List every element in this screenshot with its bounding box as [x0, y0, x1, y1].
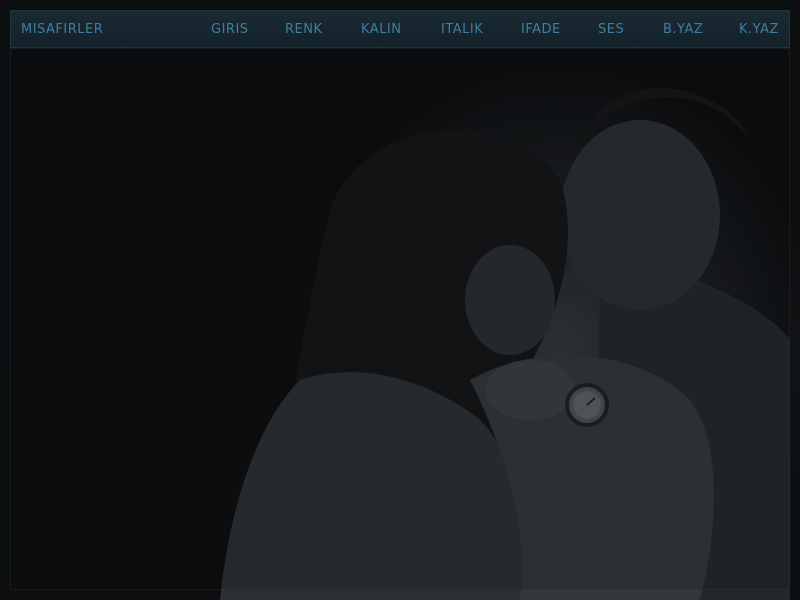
nav-item-ses[interactable]: SES [598, 22, 624, 37]
nav-item-byaz[interactable]: B.YAZ [663, 22, 703, 37]
app-window: MISAFIRLER GIRIS RENK KALIN ITALIK IFADE… [0, 0, 800, 600]
nav-item-ifade[interactable]: IFADE [521, 22, 561, 37]
nav-item-kalin[interactable]: KALIN [361, 22, 402, 37]
nav-item-renk[interactable]: RENK [285, 22, 323, 37]
content-panel [10, 48, 790, 590]
nav-item-kyaz[interactable]: K.YAZ [739, 22, 779, 37]
nav-item-italik[interactable]: ITALIK [441, 22, 483, 37]
top-navbar: MISAFIRLER GIRIS RENK KALIN ITALIK IFADE… [10, 10, 790, 48]
brand-link[interactable]: MISAFIRLER [21, 22, 103, 37]
nav-item-giris[interactable]: GIRIS [211, 22, 249, 37]
